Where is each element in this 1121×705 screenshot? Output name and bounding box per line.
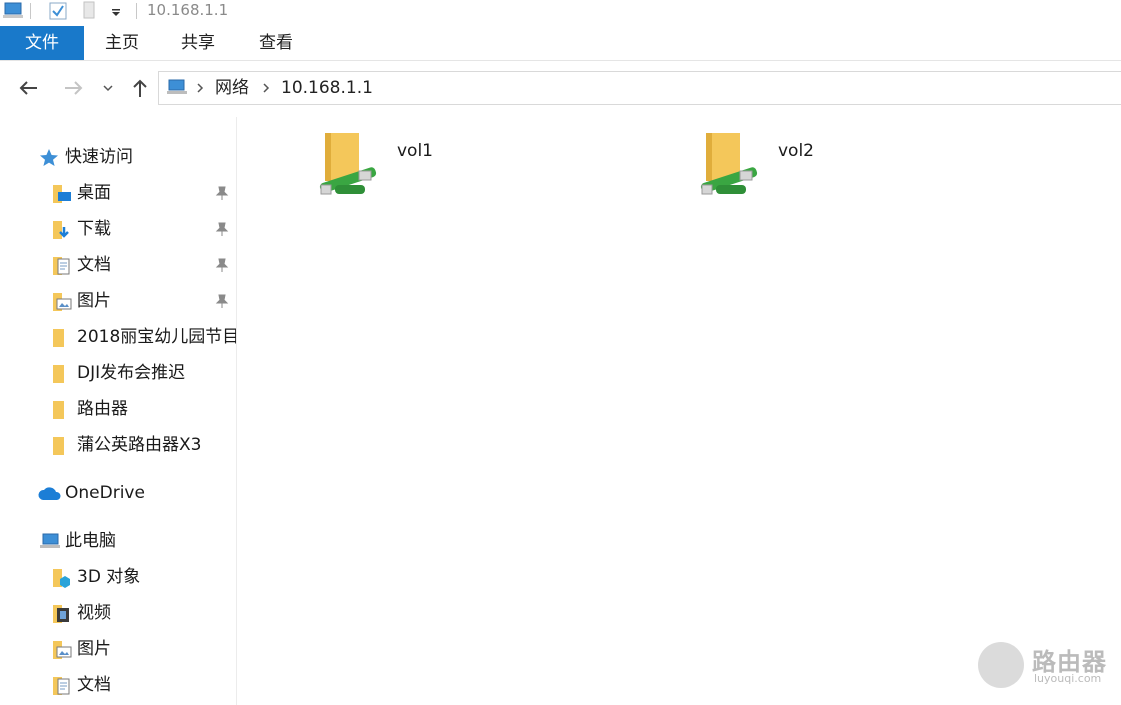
pin-icon[interactable]	[214, 257, 230, 273]
computer-icon	[2, 0, 26, 22]
downloads-folder-icon	[53, 221, 69, 239]
sidebar-item-recent-folder[interactable]: DJI发布会推迟	[0, 356, 236, 390]
sidebar-item-documents[interactable]: 文档	[0, 248, 236, 282]
sidebar-item-documents[interactable]: 文档	[0, 668, 236, 702]
sidebar-item-downloads[interactable]: 下载	[0, 212, 236, 246]
network-share-folder-icon	[319, 133, 377, 195]
sidebar-item-recent-folder[interactable]: 路由器	[0, 392, 236, 426]
sidebar-item-onedrive[interactable]: OneDrive	[0, 476, 236, 510]
sidebar-item-recent-folder[interactable]: 蒲公英路由器X3	[0, 428, 236, 462]
pin-icon[interactable]	[214, 293, 230, 309]
address-bar[interactable]: 网络 10.168.1.1	[158, 71, 1121, 105]
sidebar-item-label: 视频	[77, 603, 111, 623]
watermark: 路由器 luyouqi.com	[978, 638, 1118, 692]
sidebar-item-pictures[interactable]: 图片	[0, 284, 236, 318]
tab-home[interactable]: 主页	[92, 26, 152, 60]
videos-folder-icon	[53, 605, 69, 623]
desktop-folder-icon	[53, 185, 71, 203]
network-icon	[165, 77, 189, 103]
file-name: vol2	[778, 141, 815, 161]
sidebar-item-label: 3D 对象	[77, 567, 141, 587]
sidebar-item-videos[interactable]: 视频	[0, 596, 236, 630]
navigation-pane: 快速访问 桌面 下载 文档 图片 2018丽宝幼儿园节目 DJI发布会推迟 路由…	[0, 117, 237, 705]
computer-icon	[40, 533, 60, 548]
watermark-subtext: luyouqi.com	[1034, 672, 1102, 685]
sidebar-item-quick-access[interactable]: 快速访问	[0, 140, 236, 174]
3d-objects-icon	[53, 569, 70, 588]
sidebar-item-label: 路由器	[77, 399, 128, 419]
sidebar-item-label: 2018丽宝幼儿园节目	[77, 327, 237, 347]
star-icon	[40, 149, 58, 166]
sidebar-item-this-pc[interactable]: 此电脑	[0, 524, 236, 558]
tab-share[interactable]: 共享	[168, 26, 228, 60]
sidebar-item-desktop[interactable]: 桌面	[0, 176, 236, 210]
folder-icon	[53, 437, 64, 455]
sidebar-item-label: 文档	[77, 255, 111, 275]
breadcrumb-host[interactable]: 10.168.1.1	[281, 72, 373, 104]
folder-icon	[53, 329, 64, 347]
pictures-folder-icon	[53, 293, 72, 311]
shared-folder-vol2[interactable]: vol2	[700, 131, 900, 211]
sidebar-item-label: 图片	[77, 639, 111, 659]
customize-toolbar-icon[interactable]	[108, 0, 124, 22]
sidebar-item-label: 图片	[77, 291, 111, 311]
sidebar-item-label: 文档	[77, 675, 111, 695]
forward-button[interactable]	[60, 74, 88, 102]
sidebar-item-label: DJI发布会推迟	[77, 363, 186, 383]
folder-icon	[53, 401, 64, 419]
pin-icon[interactable]	[214, 221, 230, 237]
up-button[interactable]	[126, 74, 154, 102]
arrow-left-icon	[19, 81, 37, 95]
navigation-bar: 网络 10.168.1.1	[0, 70, 1121, 106]
documents-folder-icon	[53, 257, 70, 275]
pictures-folder-icon	[53, 641, 72, 659]
sidebar-item-pictures[interactable]: 图片	[0, 632, 236, 666]
router-logo-icon	[978, 642, 1024, 688]
title-bar: 10.168.1.1	[0, 0, 1121, 22]
sidebar-item-label: 桌面	[77, 183, 111, 203]
pin-icon[interactable]	[214, 185, 230, 201]
arrow-up-icon	[133, 79, 147, 97]
sidebar-item-recent-folder[interactable]: 2018丽宝幼儿园节目	[0, 320, 236, 354]
sidebar-item-label: 此电脑	[65, 531, 116, 551]
new-folder-icon[interactable]	[80, 0, 100, 22]
chevron-down-icon	[103, 85, 113, 92]
network-share-folder-icon	[700, 133, 758, 195]
shared-folder-vol1[interactable]: vol1	[319, 131, 519, 211]
back-button[interactable]	[14, 74, 42, 102]
tab-view[interactable]: 查看	[246, 26, 306, 60]
sidebar-item-label: 下载	[77, 219, 111, 239]
documents-folder-icon	[53, 677, 70, 695]
sidebar-item-3d-objects[interactable]: 3D 对象	[0, 560, 236, 594]
sidebar-item-label: OneDrive	[65, 483, 145, 503]
sidebar-item-label: 快速访问	[65, 147, 133, 167]
breadcrumb-network[interactable]: 网络	[215, 72, 249, 104]
ribbon-tabs: 文件 主页 共享 查看	[0, 26, 1121, 61]
breadcrumb-chevron-icon[interactable]	[261, 72, 271, 104]
properties-icon[interactable]	[48, 0, 68, 22]
breadcrumb-chevron-icon[interactable]	[195, 72, 205, 104]
arrow-right-icon	[65, 81, 83, 95]
folder-icon	[53, 365, 64, 383]
tab-file[interactable]: 文件	[0, 26, 84, 60]
sidebar-item-label: 蒲公英路由器X3	[77, 435, 202, 455]
cloud-icon	[38, 487, 61, 500]
title-separator	[30, 3, 31, 19]
window-title: 10.168.1.1	[147, 1, 229, 19]
file-name: vol1	[397, 141, 434, 161]
title-separator	[136, 3, 137, 19]
file-list: vol1 vol2	[237, 117, 1121, 705]
recent-locations-button[interactable]	[96, 74, 120, 102]
